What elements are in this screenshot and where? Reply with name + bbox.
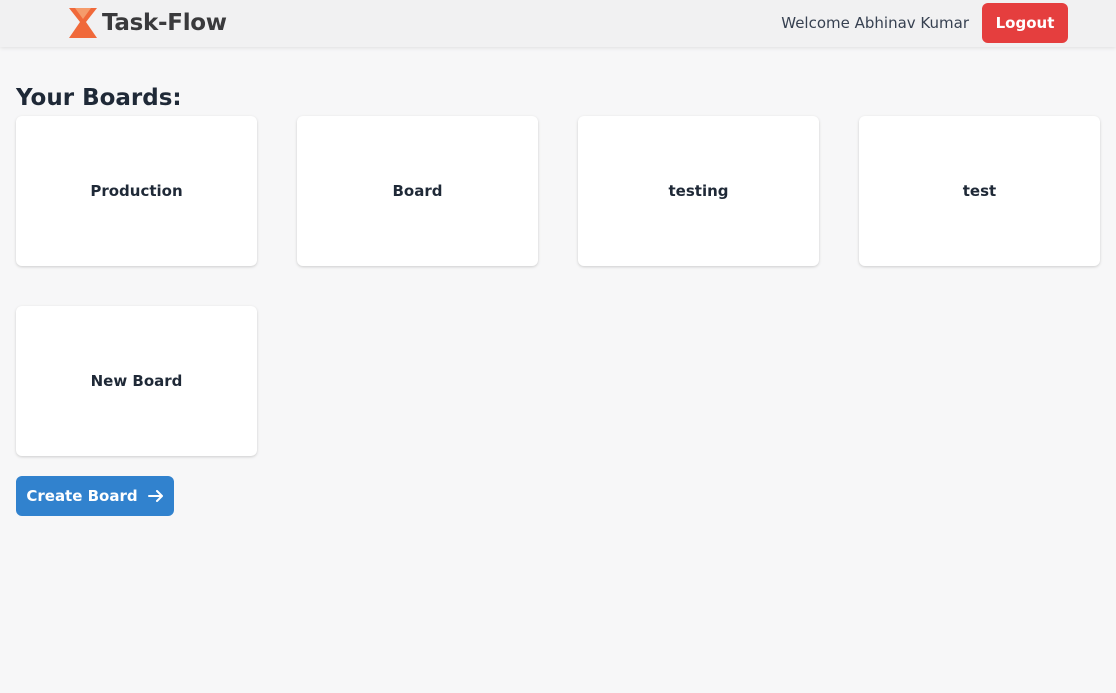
logo-text: Task-Flow (102, 10, 227, 36)
create-board-button[interactable]: Create Board (16, 476, 174, 516)
board-card-new-board[interactable]: New Board (16, 306, 257, 456)
arrow-right-icon (147, 490, 163, 502)
welcome-message: Welcome Abhinav Kumar (781, 14, 969, 32)
board-card-testing[interactable]: testing (578, 116, 819, 266)
board-card-test[interactable]: test (859, 116, 1100, 266)
board-card-production[interactable]: Production (16, 116, 257, 266)
hourglass-logo-icon (69, 8, 97, 38)
board-card-label: test (962, 182, 997, 200)
create-board-label: Create Board (26, 487, 138, 505)
logout-button[interactable]: Logout (982, 3, 1068, 43)
top-navbar: Task-Flow Welcome Abhinav Kumar Logout (0, 0, 1116, 47)
board-card-label: Production (90, 182, 183, 200)
board-card-board[interactable]: Board (297, 116, 538, 266)
app-logo[interactable]: Task-Flow (68, 7, 227, 39)
board-card-label: New Board (90, 372, 183, 390)
page-title: Your Boards: (16, 85, 182, 111)
board-card-label: testing (668, 182, 729, 200)
board-card-label: Board (392, 182, 443, 200)
